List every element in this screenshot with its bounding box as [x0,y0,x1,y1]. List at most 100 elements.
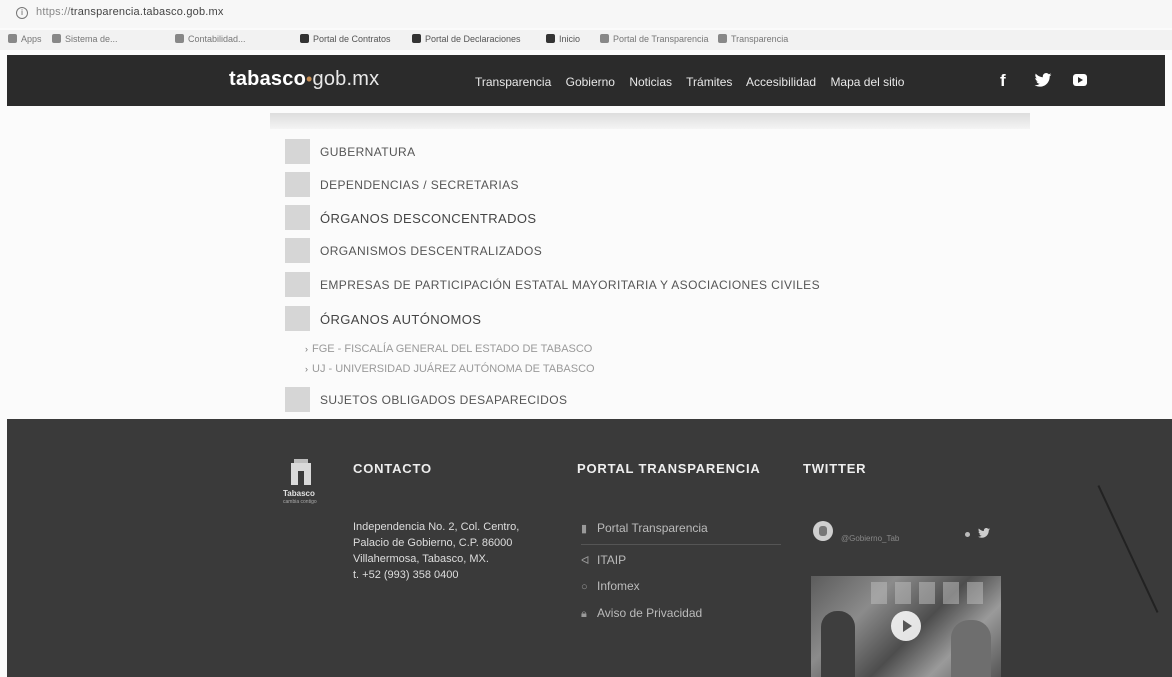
thumbnail-person [821,611,855,677]
category-label: ÓRGANOS DESCONCENTRADOS [320,211,537,226]
category-label: SUJETOS OBLIGADOS DESAPARECIDOS [320,393,568,407]
category-square-icon [285,387,310,412]
site-logo[interactable]: tabasco•gob.mx [229,68,379,91]
bookmark-item[interactable]: Portal de Contratos [300,34,391,44]
divider [581,544,781,545]
footer-link-infomex[interactable]: ○ Infomex [581,579,640,593]
site-footer: Tabasco cambia contigo CONTACTO Independ… [7,419,1172,677]
category-item[interactable]: ÓRGANOS DESCONCENTRADOS [285,205,985,231]
chevron-right-icon: › [305,364,308,374]
nav-gobierno[interactable]: Gobierno [566,75,615,89]
twitter-icon[interactable] [1034,73,1052,87]
bookmark-label: Portal de Declaraciones [425,34,521,44]
bookmark-icon [546,34,555,43]
contact-line: Independencia No. 2, Col. Centro, [353,521,520,533]
facebook-icon[interactable]: f [1000,71,1006,91]
contact-title: CONTACTO [353,461,432,476]
thumbnail-window [943,582,959,604]
category-square-icon [285,272,310,297]
category-label: ÓRGANOS AUTÓNOMOS [320,312,482,327]
portal-title: PORTAL TRANSPARENCIA [577,461,761,476]
category-label: ORGANISMOS DESCENTRALIZADOS [320,244,543,258]
document-icon: ▮ [581,523,588,535]
tabasco-t-icon [291,459,311,485]
url-host: transparencia.tabasco.gob.mx [70,6,224,18]
subitem-link[interactable]: › FGE - FISCALÍA GENERAL DEL ESTADO DE TA… [305,343,592,355]
bookmark-icon [600,34,609,43]
footer-link-aviso[interactable]: 🔒︎ Aviso de Privacidad [581,606,702,621]
bookmark-icon [412,34,421,43]
twitter-status-dot-icon [965,532,970,537]
footer-link-label: Portal Transparencia [597,521,708,535]
play-icon[interactable] [891,611,921,641]
nav-mapa-del-sitio[interactable]: Mapa del sitio [830,75,904,89]
category-item[interactable]: SUJETOS OBLIGADOS DESAPARECIDOS [285,387,985,413]
nav-accesibilidad[interactable]: Accesibilidad [746,75,816,89]
bookmark-item[interactable]: Apps [8,34,42,44]
bookmark-item[interactable]: Sistema de... [52,34,118,44]
category-item[interactable]: EMPRESAS DE PARTICIPACIÓN ESTATAL MAYORI… [285,272,985,298]
twitter-bird-icon[interactable] [978,528,990,538]
subitem-link[interactable]: › UJ - UNIVERSIDAD JUÁREZ AUTÓNOMA DE TAB… [305,363,595,375]
bookmark-label: Sistema de... [65,34,118,44]
nav-tramites[interactable]: Trámites [686,75,732,89]
subitem-label: UJ - UNIVERSIDAD JUÁREZ AUTÓNOMA DE TABA… [312,363,595,375]
footer-link-label: ITAIP [597,553,627,567]
contact-line: Palacio de Gobierno, C.P. 86000 [353,537,513,549]
url-text[interactable]: https://transparencia.tabasco.gob.mx [36,6,224,18]
bookmark-item[interactable]: Portal de Transparencia [600,34,709,44]
category-square-icon [285,306,310,331]
footer-link-label: Aviso de Privacidad [597,606,703,620]
twitter-avatar[interactable] [813,521,833,541]
logo-bold: tabasco [229,68,306,90]
circle-icon: ○ [581,581,588,593]
thumbnail-window [871,582,887,604]
thumbnail-window [895,582,911,604]
youtube-icon[interactable] [1073,74,1087,86]
main-nav: Transparencia Gobierno Noticias Trámites… [475,75,915,89]
address-bar[interactable]: i https://transparencia.tabasco.gob.mx [0,0,1172,28]
logo-domain: gob.mx [312,68,380,90]
bookmark-label: Portal de Contratos [313,34,391,44]
apps-icon [8,34,17,43]
bookmark-label: Transparencia [731,34,789,44]
contact-phone: t. +52 (993) 358 0400 [353,569,459,581]
category-label: GUBERNATURA [320,145,416,159]
twitter-video-thumbnail[interactable] [811,576,1001,677]
footer-link-portal[interactable]: ▮ Portal Transparencia [581,521,708,535]
tabasco-footer-logo[interactable]: Tabasco cambia contigo [283,459,319,519]
thumbnail-window [967,582,983,604]
twitter-handle[interactable]: @Gobierno_Tab [841,534,899,543]
itaip-icon: ᐊ [581,555,590,567]
bookmark-icon [175,34,184,43]
bookmark-label: Inicio [559,34,581,44]
bookmark-icon [52,34,61,43]
decorative-line [1097,485,1159,613]
category-item-autonomos[interactable]: ÓRGANOS AUTÓNOMOS [285,306,985,332]
category-item[interactable]: GUBERNATURA [285,139,985,165]
category-square-icon [285,238,310,263]
url-prefix: https:// [36,6,71,18]
site-header: tabasco•gob.mx Transparencia Gobierno No… [7,55,1165,106]
info-icon[interactable]: i [16,7,28,19]
bookmark-item[interactable]: Inicio [546,34,580,44]
footer-link-itaip[interactable]: ᐊ ITAIP [581,553,626,567]
bookmark-item[interactable]: Portal de Declaraciones [412,34,521,44]
bookmark-label: Portal de Transparencia [613,34,709,44]
contact-info: Independencia No. 2, Col. Centro, Palaci… [353,519,519,583]
category-item[interactable]: DEPENDENCIAS / SECRETARIAS [285,172,985,198]
chevron-right-icon: › [305,344,308,354]
category-item[interactable]: ORGANISMOS DESCENTRALIZADOS [285,238,985,264]
category-label: DEPENDENCIAS / SECRETARIAS [320,178,519,192]
bookmark-label: Apps [21,34,42,44]
bookmark-item[interactable]: Transparencia [718,34,788,44]
thumbnail-window [919,582,935,604]
footer-link-label: Infomex [597,579,640,593]
content-top-shadow [270,113,1030,129]
category-label: EMPRESAS DE PARTICIPACIÓN ESTATAL MAYORI… [320,278,820,292]
bookmark-item[interactable]: Contabilidad... [175,34,246,44]
category-square-icon [285,139,310,164]
nav-noticias[interactable]: Noticias [629,75,672,89]
category-square-icon [285,205,310,230]
nav-transparencia[interactable]: Transparencia [475,75,551,89]
